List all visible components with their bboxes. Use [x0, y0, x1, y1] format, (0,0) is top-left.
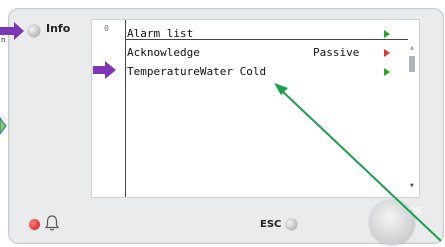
- scrollbar[interactable]: ▲ ▼: [408, 40, 417, 195]
- page-number: 0: [104, 24, 109, 33]
- alarm-row-acknowledge[interactable]: Acknowledge: [127, 46, 200, 59]
- info-button[interactable]: [28, 25, 40, 37]
- green-diamond-icon: [0, 117, 7, 135]
- info-label: Info: [46, 22, 71, 35]
- red-right-triangle-icon[interactable]: [384, 49, 390, 57]
- scroll-up-icon[interactable]: ▲: [410, 46, 414, 51]
- display-screen: 0 Alarm list Acknowledge Passive Tempera…: [91, 19, 420, 198]
- cut-annotation-label: n: [1, 36, 5, 44]
- alarm-row-temperature[interactable]: TemperatureWater Cold: [127, 65, 266, 78]
- scroll-down-icon[interactable]: ▼: [410, 184, 414, 189]
- bell-icon[interactable]: [44, 214, 60, 232]
- screen-title: Alarm list: [127, 27, 194, 40]
- esc-label: ESC: [260, 219, 282, 230]
- green-right-triangle-icon[interactable]: [384, 68, 390, 76]
- green-right-triangle-icon[interactable]: [384, 30, 390, 38]
- scrollbar-thumb[interactable]: [409, 56, 415, 72]
- alarm-led[interactable]: [29, 219, 40, 230]
- alarm-status: Passive: [313, 46, 360, 59]
- esc-button[interactable]: [286, 219, 297, 230]
- ok-label: OK: [408, 206, 423, 217]
- left-divider: [125, 20, 126, 197]
